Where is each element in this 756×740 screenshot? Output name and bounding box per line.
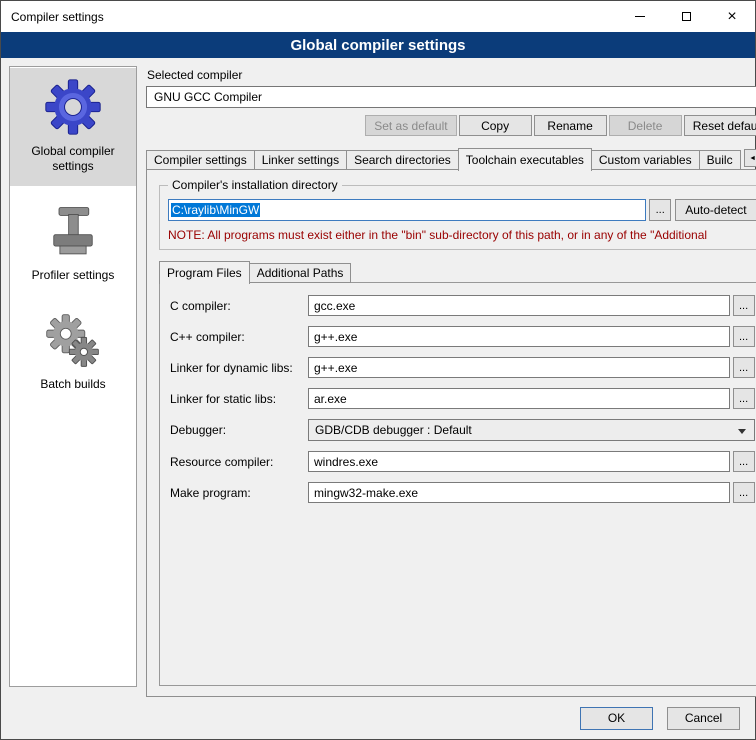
cancel-button[interactable]: Cancel (667, 707, 740, 730)
auto-detect-button[interactable]: Auto-detect (675, 199, 756, 221)
main-content: Selected compiler GNU GCC Compiler Set a… (146, 66, 756, 697)
installation-directory-browse-button[interactable]: ... (649, 199, 671, 221)
resource-compiler-label: Resource compiler: (170, 455, 308, 469)
c-compiler-label: C compiler: (170, 299, 308, 313)
field-row-debugger: Debugger: GDB/CDB debugger : Default (170, 419, 755, 441)
field-row-make-program: Make program: ... (170, 482, 755, 503)
minimize-button[interactable] (617, 1, 663, 32)
dialog-body: Global compiler settings Profiler settin… (1, 58, 755, 697)
debugger-label: Debugger: (170, 423, 308, 437)
cpp-compiler-browse-button[interactable]: ... (733, 326, 755, 347)
installation-directory-input[interactable]: C:\raylib\MinGW (168, 199, 646, 221)
sidebar-item-label: Profiler settings (32, 268, 115, 283)
dynamic-linker-label: Linker for dynamic libs: (170, 361, 308, 375)
resource-compiler-browse-button[interactable]: ... (733, 451, 755, 472)
toolchain-executables-panel: Compiler's installation directory C:\ray… (146, 169, 756, 697)
debugger-select[interactable]: GDB/CDB debugger : Default (308, 419, 755, 441)
field-row-dynamic-linker: Linker for dynamic libs: ... (170, 357, 755, 378)
dialog-footer: OK Cancel (1, 697, 755, 739)
installation-directory-row: C:\raylib\MinGW ... Auto-detect (168, 199, 756, 221)
debugger-select-value: GDB/CDB debugger : Default (315, 423, 472, 437)
rename-button[interactable]: Rename (534, 115, 607, 136)
title-bar: Compiler settings × (1, 1, 755, 32)
maximize-button[interactable] (663, 1, 709, 32)
tab-custom-variables[interactable]: Custom variables (591, 150, 700, 170)
set-as-default-button[interactable]: Set as default (365, 115, 456, 136)
arrow-left-icon: ◄ (749, 155, 756, 162)
sidebar-item-batch-builds[interactable]: Batch builds (10, 303, 136, 404)
sidebar-item-label: Batch builds (40, 377, 105, 392)
subtab-program-files[interactable]: Program Files (159, 261, 250, 284)
static-linker-label: Linker for static libs: (170, 392, 308, 406)
dialog-header: Global compiler settings (1, 32, 755, 58)
resource-compiler-input[interactable] (308, 451, 730, 472)
close-icon: × (727, 9, 736, 25)
minimize-icon (635, 16, 645, 17)
tab-linker-settings[interactable]: Linker settings (254, 150, 347, 170)
window-controls: × (617, 1, 755, 32)
field-row-resource-compiler: Resource compiler: ... (170, 451, 755, 472)
compiler-actions: Set as default Copy Rename Delete Reset … (146, 115, 756, 136)
copy-button[interactable]: Copy (459, 115, 532, 136)
profiler-tool-icon (45, 203, 101, 261)
c-compiler-input[interactable] (308, 295, 730, 316)
compiler-select-value: GNU GCC Compiler (154, 90, 262, 104)
dynamic-linker-input[interactable] (308, 357, 730, 378)
settings-tabs: Compiler settings Linker settings Search… (146, 148, 756, 170)
gray-gears-icon (44, 312, 102, 370)
delete-button[interactable]: Delete (609, 115, 682, 136)
settings-category-list: Global compiler settings Profiler settin… (9, 66, 137, 687)
ok-button[interactable]: OK (580, 707, 653, 730)
tab-build-options[interactable]: Builc (699, 150, 741, 170)
make-program-label: Make program: (170, 486, 308, 500)
tab-search-directories[interactable]: Search directories (346, 150, 459, 170)
field-row-static-linker: Linker for static libs: ... (170, 388, 755, 409)
tab-compiler-settings[interactable]: Compiler settings (146, 150, 255, 170)
static-linker-input[interactable] (308, 388, 730, 409)
close-button[interactable]: × (709, 1, 755, 32)
c-compiler-browse-button[interactable]: ... (733, 295, 755, 316)
dynamic-linker-browse-button[interactable]: ... (733, 357, 755, 378)
sidebar-item-global-compiler-settings[interactable]: Global compiler settings (10, 68, 136, 186)
tab-scroll-left-button[interactable]: ◄ (744, 149, 756, 167)
field-row-c-compiler: C compiler: ... (170, 295, 755, 316)
installation-directory-value: C:\raylib\MinGW (171, 203, 260, 217)
field-row-cpp-compiler: C++ compiler: ... (170, 326, 755, 347)
chevron-down-icon (738, 429, 746, 434)
dialog-title: Global compiler settings (290, 37, 465, 54)
reset-defaults-button[interactable]: Reset defaults (684, 115, 756, 136)
static-linker-browse-button[interactable]: ... (733, 388, 755, 409)
cpp-compiler-label: C++ compiler: (170, 330, 308, 344)
subtab-additional-paths[interactable]: Additional Paths (249, 263, 352, 283)
sidebar-item-profiler-settings[interactable]: Profiler settings (10, 194, 136, 295)
make-program-input[interactable] (308, 482, 730, 503)
compiler-settings-window: Compiler settings × Global compiler sett… (0, 0, 756, 740)
maximize-icon (682, 12, 691, 21)
make-program-browse-button[interactable]: ... (733, 482, 755, 503)
selected-compiler-label: Selected compiler (147, 68, 756, 82)
compiler-select[interactable]: GNU GCC Compiler (146, 86, 756, 108)
tab-toolchain-executables[interactable]: Toolchain executables (458, 148, 592, 171)
bin-subdirectory-note: NOTE: All programs must exist either in … (168, 228, 756, 242)
window-title: Compiler settings (1, 10, 104, 24)
program-files-subtabs: Program Files Additional Paths (159, 261, 756, 283)
tab-scroll-controls: ◄ ► (744, 149, 756, 167)
sidebar-item-label: Global compiler settings (13, 144, 133, 174)
installation-directory-group-title: Compiler's installation directory (168, 178, 342, 192)
installation-directory-group: Compiler's installation directory C:\ray… (159, 185, 756, 250)
program-files-panel: C compiler: ... C++ compiler: ... Linker… (159, 282, 756, 686)
cpp-compiler-input[interactable] (308, 326, 730, 347)
blue-gear-icon (43, 77, 103, 137)
